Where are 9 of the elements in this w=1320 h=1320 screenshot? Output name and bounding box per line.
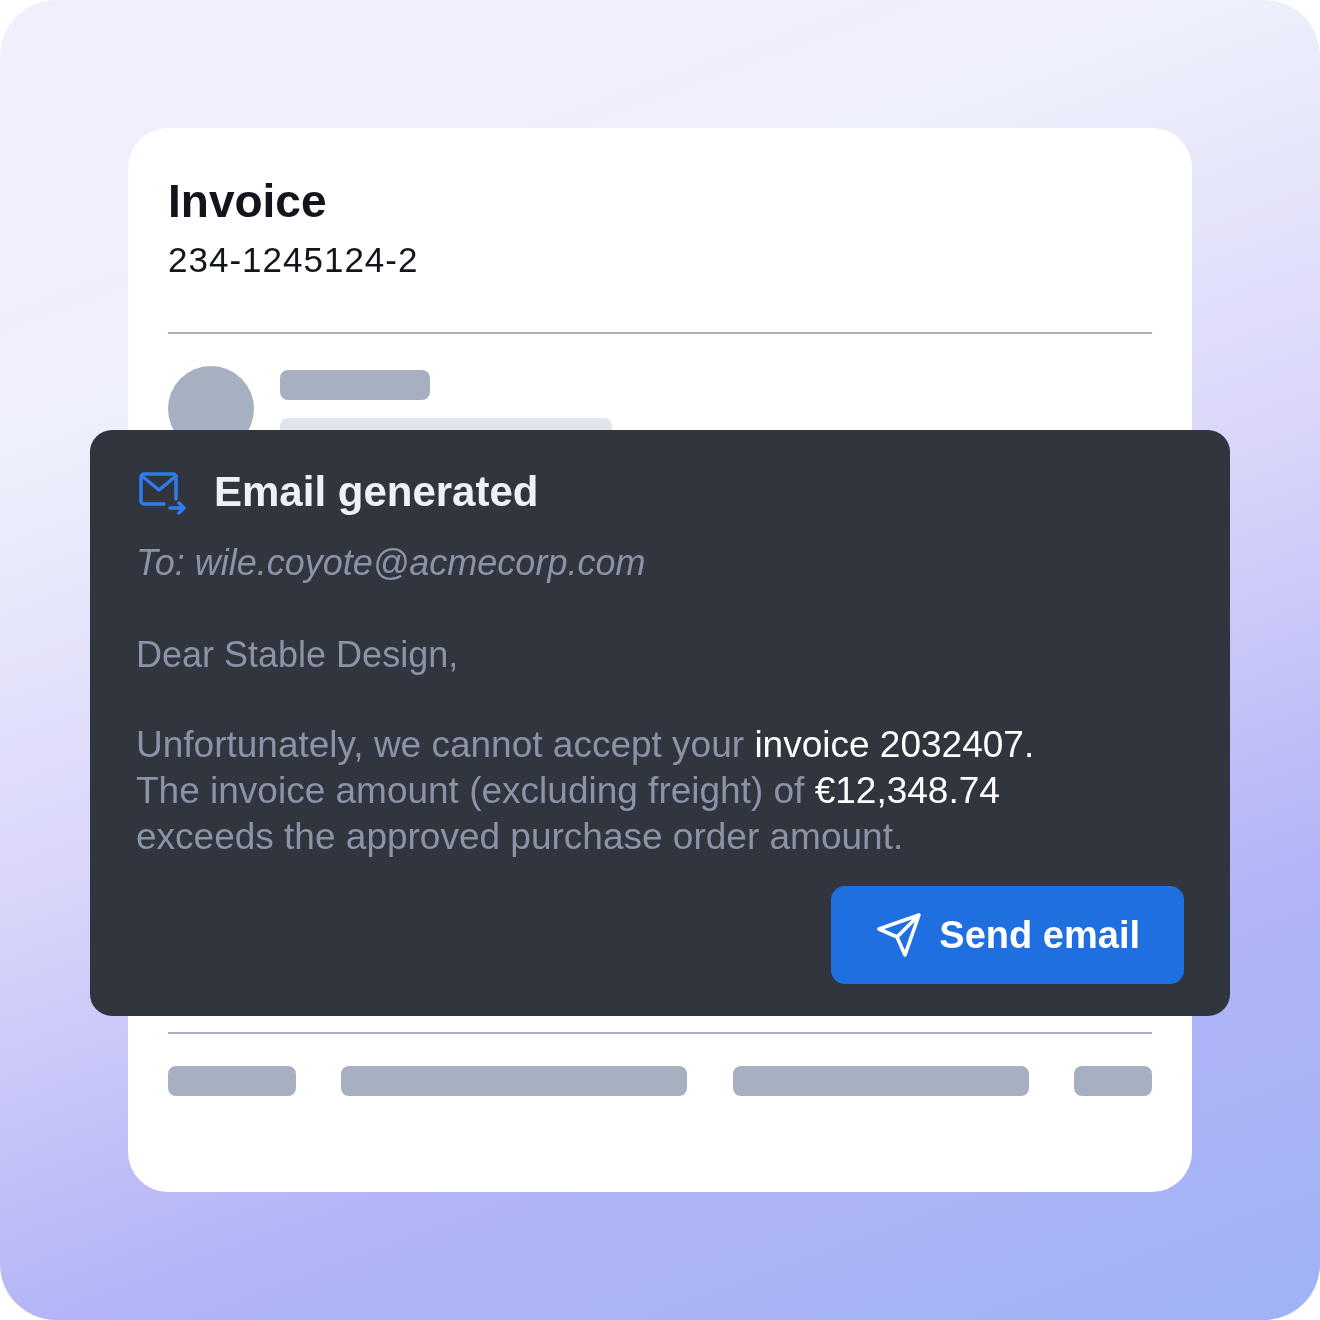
send-email-button[interactable]: Send email: [831, 886, 1184, 984]
invoice-title: Invoice: [168, 174, 328, 228]
send-icon: [875, 911, 924, 959]
greeting-text: Dear Stable Design,: [136, 634, 460, 676]
email-title: Email generated: [214, 468, 539, 516]
email-body: Unfortunately, we cannot accept your invoice 2032407. The invoice amount (excluding freight) of €12,348.74 exceeds the approved purchase order amount.: [136, 723, 1036, 859]
invoice-number: 234-1245124-2: [168, 240, 420, 280]
recipient-text: To: wile.coyote@acmecorp.com: [136, 542, 647, 584]
mail-icon: [138, 469, 188, 515]
